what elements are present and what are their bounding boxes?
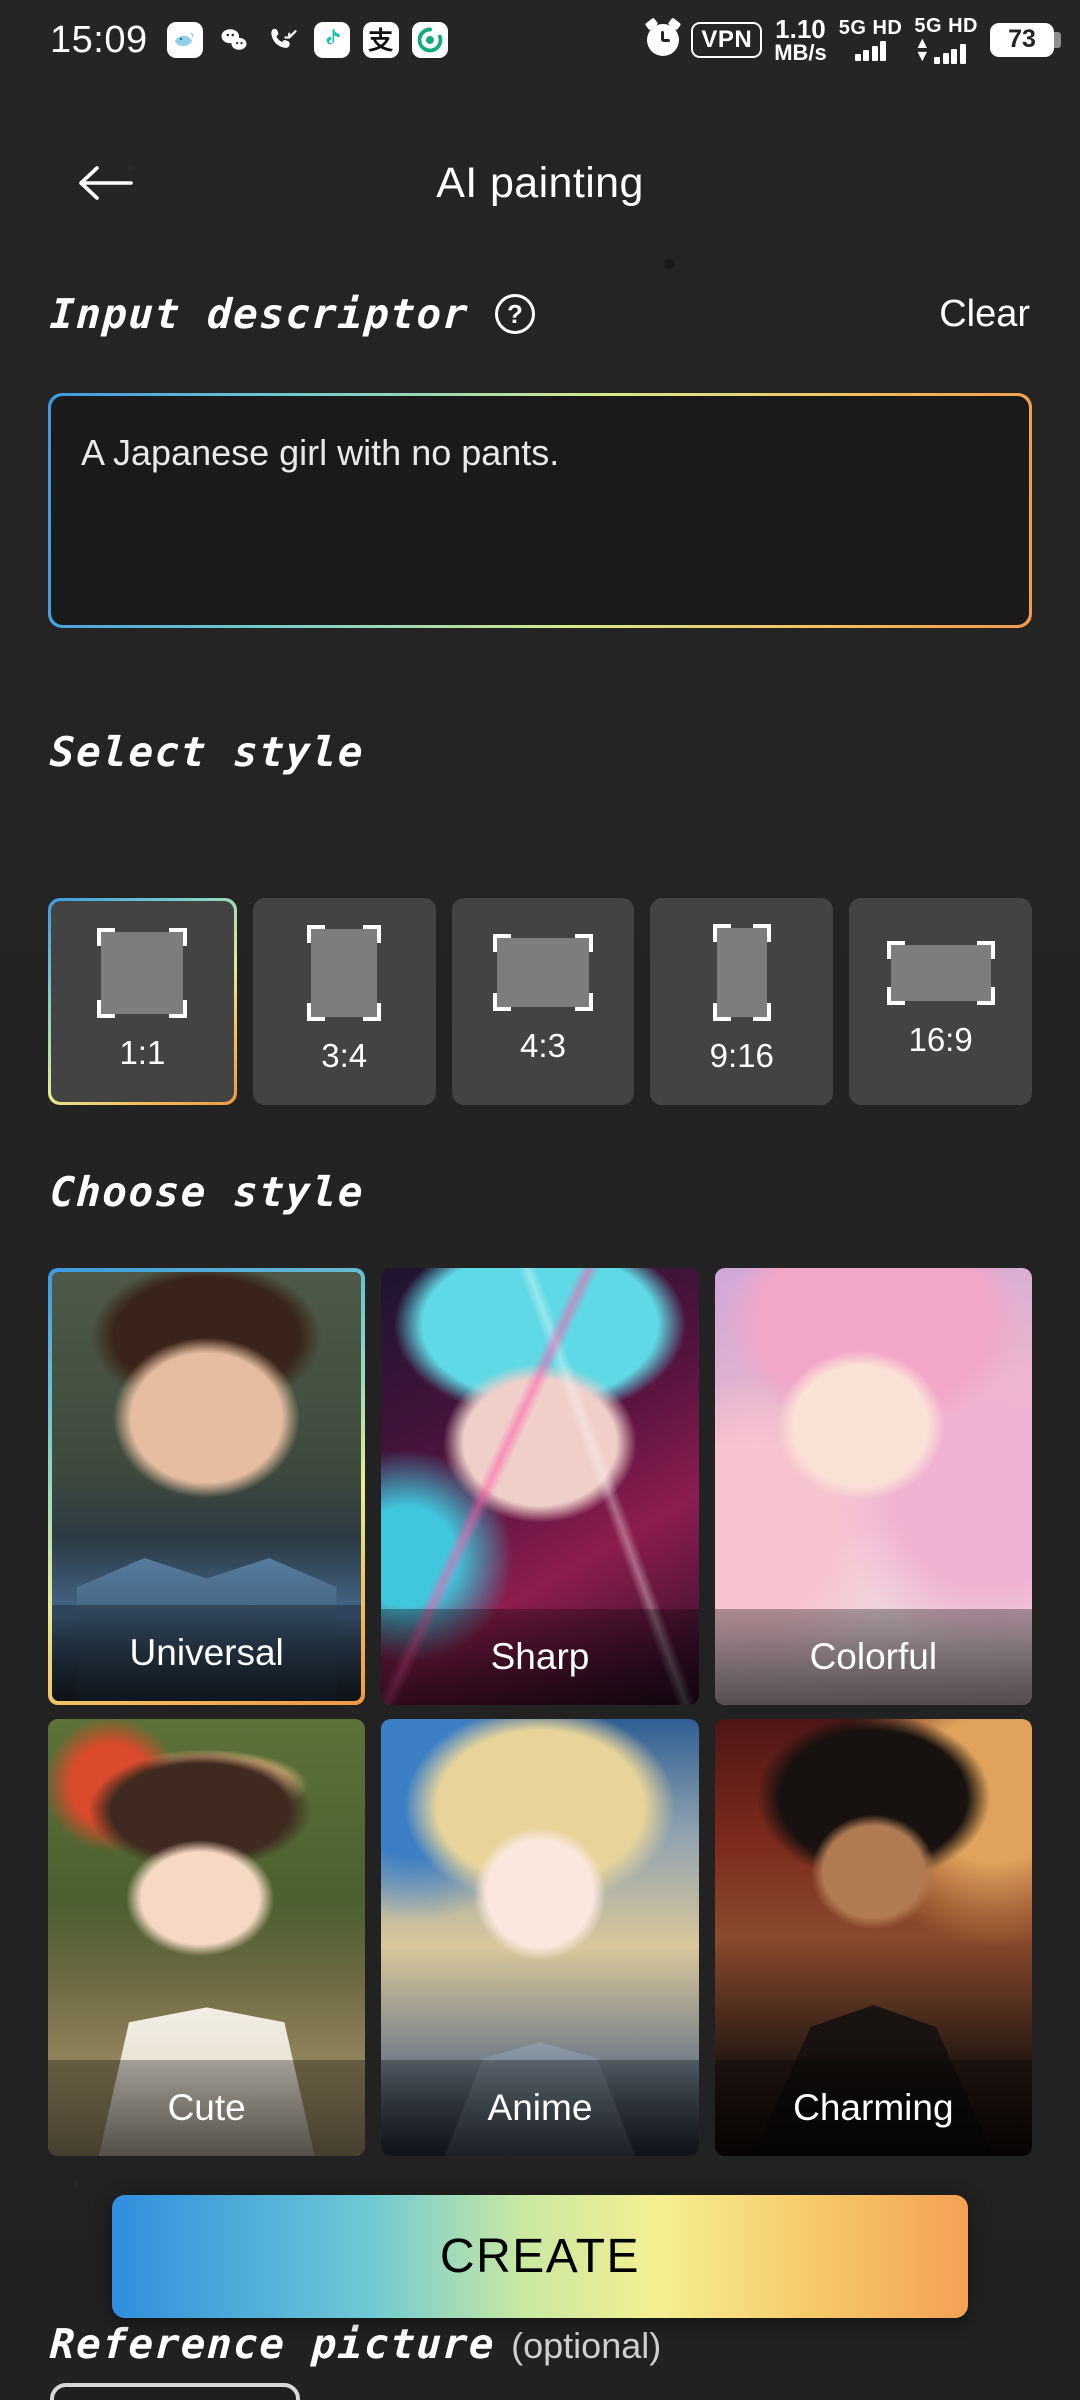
vpn-badge: VPN [691,21,763,58]
aspect-ratio-label: 4:3 [520,1027,566,1064]
style-card-cute[interactable]: Cute [48,1719,366,2156]
style-card-charming[interactable]: Charming [714,1719,1032,2156]
prompt-input-border: A Japanese girl with no pants. [48,393,1032,628]
aspect-ratio-option-16-9[interactable]: 16:9 [849,898,1032,1105]
style-card-label: Charming [714,2060,1032,2156]
battery-indicator: 73 [990,22,1061,57]
style-card-colorful[interactable]: Colorful [714,1268,1032,1705]
style-card-label: Cute [48,2060,366,2156]
douyin-icon [313,22,350,58]
page-title: AI painting [436,158,644,207]
choose-style-title: Choose style [48,1168,366,1216]
alipay-glyph: 支 [368,25,394,55]
style-card-label: Colorful [714,1609,1032,1705]
reference-picture-header: Reference picture (optional) [48,2320,662,2368]
ratio-frame-icon [886,940,995,1005]
ratio-frame-icon [712,924,771,1021]
style-card-grid: Universal Sharp Colorful Cute Anime Char… [48,1268,1032,2156]
status-bar: 15:09 支 VPN 1.10 MB/s 5G HD 5G HD ▲ ▼ 73 [0,0,1080,80]
help-icon[interactable]: ? [494,294,535,334]
wechat-icon [216,22,252,58]
style-card-label: Universal [52,1605,362,1701]
ratio-frame-icon [307,924,382,1021]
style-card-label: Sharp [381,1609,699,1705]
aspect-ratio-label: 9:16 [709,1037,774,1074]
network-speed: 1.10 MB/s [774,13,827,66]
style-card-sharp[interactable]: Sharp [381,1268,699,1705]
clear-button[interactable]: Clear [939,293,1030,336]
sim1-bars [839,41,903,62]
reference-picture-upload-slot[interactable] [50,2383,300,2400]
status-bar-right: VPN 1.10 MB/s 5G HD 5G HD ▲ ▼ 73 [647,13,1061,66]
create-button[interactable]: CREATE [112,2195,968,2318]
sim2-label: 5G HD [914,14,978,37]
aspect-ratio-option-3-4[interactable]: 3:4 [252,898,436,1105]
sync-icon [411,22,448,58]
style-card-universal[interactable]: Universal [48,1268,366,1705]
ratio-frame-icon [492,934,593,1011]
whale-app-icon [166,22,203,58]
back-button[interactable] [68,153,144,213]
network-speed-unit: MB/s [774,40,827,66]
sim1-signal: 5G HD [838,17,903,62]
prompt-input[interactable]: A Japanese girl with no pants. [51,396,1029,625]
aspect-ratio-option-4-3[interactable]: 4:3 [451,898,635,1105]
aspect-ratio-label: 1:1 [119,1033,166,1071]
alarm-hand-hour [662,38,671,42]
aspect-ratio-option-9-16[interactable]: 9:16 [650,898,834,1105]
style-card-label: Anime [381,2060,699,2156]
alarm-icon [647,23,680,56]
sim1-label: 5G HD [838,17,903,40]
reference-picture-title: Reference picture [48,2320,497,2368]
aspect-ratio-label: 3:4 [321,1036,368,1074]
data-transfer-icon: ▲ ▼ [914,34,931,65]
alipay-icon: 支 [362,22,399,58]
status-bar-left: 15:09 支 [50,19,448,62]
sim2-signal: 5G HD ▲ ▼ [914,14,978,65]
network-speed-value: 1.10 [775,13,826,44]
reference-picture-optional-label: (optional) [511,2325,662,2366]
app-bar: AI painting [0,128,1080,238]
input-descriptor-header: Input descriptor ? Clear [48,290,1030,338]
select-style-title: Select style [48,728,366,776]
input-descriptor-title: Input descriptor [48,290,471,338]
missed-call-icon [265,22,301,58]
style-card-anime[interactable]: Anime [381,1719,699,2156]
status-clock: 15:09 [50,18,148,61]
choose-style-header: Choose style [48,1168,1030,1216]
select-style-header: Select style [48,728,1030,776]
sim2-bars [934,44,966,65]
sim2-bars-row: ▲ ▼ [914,34,978,65]
aspect-ratio-option-1-1[interactable]: 1:1 [48,898,237,1105]
aspect-ratio-label: 16:9 [908,1020,973,1058]
aspect-ratio-row: 1:1 3:4 4:3 9:16 16:9 [48,898,1032,1105]
ratio-frame-icon [97,927,188,1018]
